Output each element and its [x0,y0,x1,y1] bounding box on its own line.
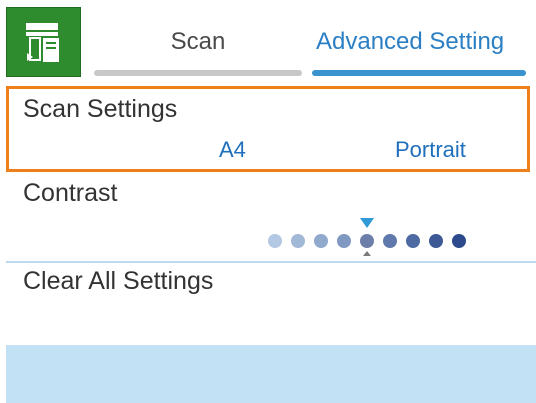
contrast-dot [291,234,305,248]
contrast-dot [383,234,397,248]
scan-settings-title: Scan Settings [23,95,178,123]
contrast-current-marker-icon [360,218,374,228]
scan-app-icon[interactable] [6,7,81,77]
contrast-row[interactable]: Contrast [6,175,536,261]
tab-advanced-settings[interactable]: Advanced Setting [312,0,526,80]
tab-scan[interactable]: Scan [94,0,302,80]
clear-all-settings-row[interactable]: Clear All Settings [6,263,536,343]
tab-advanced-settings-label: Advanced Setting [316,28,505,55]
document-scan-icon [25,23,59,62]
contrast-title: Contrast [23,179,118,207]
orientation-value: Portrait [395,137,466,162]
contrast-dot [314,234,328,248]
clear-all-settings-label: Clear All Settings [23,267,214,295]
contrast-dot [360,234,374,248]
scan-settings-row[interactable]: Scan Settings A4 Portrait [6,86,530,172]
contrast-dot [452,234,466,248]
tab-scan-label: Scan [170,28,226,55]
contrast-dot [406,234,420,248]
scan-settings-screen: Scan Advanced Setting Scan Settings A4 P… [6,0,536,403]
tab-advanced-settings-indicator [312,70,526,76]
bottom-action-bar [6,345,536,403]
contrast-level-indicator[interactable] [268,218,478,257]
paper-size-value: A4 [219,137,246,162]
contrast-dot [337,234,351,248]
contrast-dot [429,234,443,248]
contrast-dot [268,234,282,248]
tab-scan-indicator [94,70,302,76]
contrast-default-marker-icon [363,251,371,256]
